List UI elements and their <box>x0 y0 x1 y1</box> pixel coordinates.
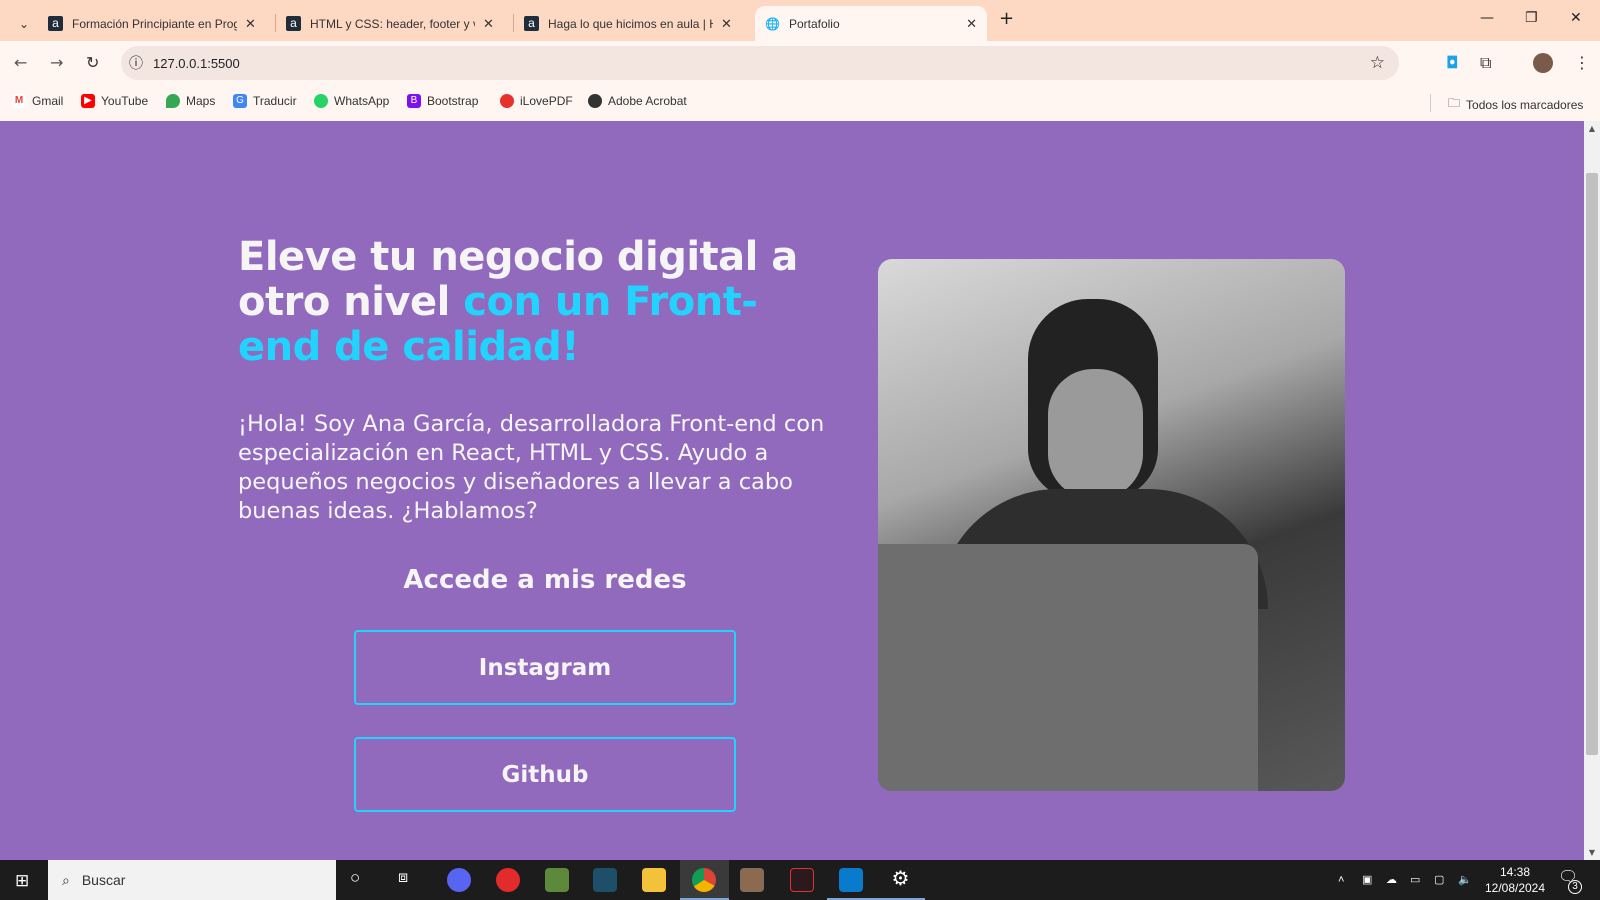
hero-title: Eleve tu negocio digital a otro nivel co… <box>238 234 798 370</box>
extension-icon[interactable]: ◘ <box>1446 53 1459 72</box>
alura-favicon-icon: a <box>524 16 539 31</box>
youtube-icon: ▶ <box>81 94 95 108</box>
league-icon[interactable] <box>593 868 617 892</box>
battery-icon[interactable]: ▭ <box>1410 872 1420 888</box>
minimize-button[interactable]: — <box>1480 10 1494 26</box>
forward-icon[interactable]: → <box>50 53 63 72</box>
ilovepdf-heart-icon <box>500 94 514 108</box>
url-text: 127.0.0.1:5500 <box>153 55 240 71</box>
all-bookmarks-button[interactable]: 🗀 Todos los marcadores <box>1448 94 1583 115</box>
bootstrap-icon: B <box>407 94 421 108</box>
bookmark-maps[interactable]: Maps <box>166 94 215 108</box>
valorant-icon[interactable] <box>790 868 814 892</box>
minecraft-icon[interactable] <box>545 868 569 892</box>
settings-gear-icon[interactable]: ⚙ <box>876 860 925 900</box>
close-tab-icon[interactable]: ✕ <box>721 16 732 32</box>
camera-icon[interactable]: ▣ <box>1362 872 1372 888</box>
profile-photo <box>878 259 1345 791</box>
address-bar[interactable]: ⓘ 127.0.0.1:5500 ☆ <box>121 46 1399 80</box>
taskbar-search[interactable]: ⌕ Buscar <box>48 860 336 900</box>
page-scrollbar[interactable]: ▲ ▼ <box>1584 121 1600 860</box>
cortana-icon[interactable]: ○ <box>350 869 360 886</box>
reload-icon[interactable]: ↻ <box>86 53 99 72</box>
close-tab-icon[interactable]: ✕ <box>245 16 256 32</box>
chevron-up-icon[interactable]: ˄ <box>1338 872 1344 888</box>
tab-title: Portafolio <box>788 16 840 31</box>
vscode-taskbar-button[interactable] <box>827 860 876 900</box>
windows-taskbar: ⊞ ⌕ Buscar ○ ⧈ ⚙ ˄ ▣ ☁ ▭ ▢ 🔈 14:38 12/08/2… <box>0 860 1600 900</box>
menu-kebab-icon[interactable]: ⋮ <box>1574 53 1590 72</box>
alura-favicon-icon: a <box>286 16 301 31</box>
translate-icon: G <box>233 94 247 108</box>
browser-toolbar: ← → ↻ ⓘ 127.0.0.1:5500 ☆ ◘ ⧉ ⋮ <box>0 41 1600 84</box>
tab-title: HTML y CSS: header, footer y va <box>310 16 475 31</box>
windows-start-icon[interactable]: ⊞ <box>15 871 29 891</box>
scrollbar-thumb[interactable] <box>1586 173 1598 755</box>
clock[interactable]: 14:38 12/08/2024 <box>1480 864 1550 896</box>
bookmark-bootstrap[interactable]: B Bootstrap <box>407 94 478 108</box>
new-tab-button[interactable]: + <box>999 8 1014 29</box>
restore-button[interactable]: ❐ <box>1525 10 1538 26</box>
tab-strip: ⌄ a Formación Principiante en Prog ✕ a HTML… <box>0 0 1600 41</box>
tab-title: Formación Principiante en Prog <box>72 16 237 31</box>
bookmark-traducir[interactable]: G Traducir <box>233 94 297 108</box>
portfolio-page: Eleve tu negocio digital a otro nivel co… <box>0 121 1584 860</box>
search-icon: ⌕ <box>62 871 70 888</box>
task-view-icon[interactable]: ⧈ <box>398 870 408 886</box>
bookmark-gmail[interactable]: M Gmail <box>12 94 63 108</box>
network-icon[interactable]: ▢ <box>1434 872 1444 888</box>
maps-icon <box>166 94 180 108</box>
github-button[interactable]: Github <box>354 737 736 812</box>
app-icon[interactable] <box>496 868 520 892</box>
app-icon[interactable] <box>740 868 764 892</box>
file-explorer-icon[interactable] <box>642 868 666 892</box>
whatsapp-icon <box>314 94 328 108</box>
tab-1[interactable]: a Formación Principiante en Prog ✕ <box>38 6 266 41</box>
profile-avatar[interactable] <box>1533 53 1553 73</box>
globe-icon <box>588 94 602 108</box>
notifications-icon[interactable]: 🗨 3 <box>1558 870 1582 894</box>
bookmark-star-icon[interactable]: ☆ <box>1370 53 1385 73</box>
back-icon[interactable]: ← <box>14 53 27 72</box>
close-tab-icon[interactable]: ✕ <box>483 16 494 32</box>
tab-4-active[interactable]: 🌐 Portafolio ✕ <box>755 6 987 41</box>
tab-search-button[interactable]: ⌄ <box>8 6 40 41</box>
tab-3[interactable]: a Haga lo que hicimos en aula | H ✕ <box>514 6 742 41</box>
tab-2[interactable]: a HTML y CSS: header, footer y va ✕ <box>276 6 504 41</box>
discord-icon[interactable] <box>447 868 471 892</box>
globe-icon: 🌐 <box>765 16 780 31</box>
bookmarks-bar: M Gmail ▶ YouTube Maps G Traducir WhatsApp … <box>0 84 1600 121</box>
alura-favicon-icon: a <box>48 16 63 31</box>
chevron-down-icon: ⌄ <box>18 16 30 31</box>
bookmark-whatsapp[interactable]: WhatsApp <box>314 94 389 108</box>
bookmark-youtube[interactable]: ▶ YouTube <box>81 94 148 108</box>
social-heading: Accede a mis redes <box>403 565 687 595</box>
extensions-puzzle-icon[interactable]: ⧉ <box>1480 53 1491 73</box>
site-info-icon[interactable]: ⓘ <box>129 53 143 73</box>
folder-icon: 🗀 <box>1448 96 1461 110</box>
close-window-button[interactable]: ✕ <box>1570 10 1582 26</box>
chrome-taskbar-button[interactable] <box>680 860 729 900</box>
onedrive-icon[interactable]: ☁ <box>1386 872 1397 888</box>
tab-title: Haga lo que hicimos en aula | H <box>548 16 713 31</box>
bookmark-ilovepdf[interactable]: iLovePDF <box>500 94 573 108</box>
bookmark-adobe-acrobat[interactable]: Adobe Acrobat <box>588 94 687 108</box>
volume-icon[interactable]: 🔈 <box>1458 872 1472 888</box>
gmail-icon: M <box>12 94 26 108</box>
close-tab-icon[interactable]: ✕ <box>966 16 977 32</box>
instagram-button[interactable]: Instagram <box>354 630 736 705</box>
intro-paragraph: ¡Hola! Soy Ana García, desarrolladora Fr… <box>238 411 825 524</box>
